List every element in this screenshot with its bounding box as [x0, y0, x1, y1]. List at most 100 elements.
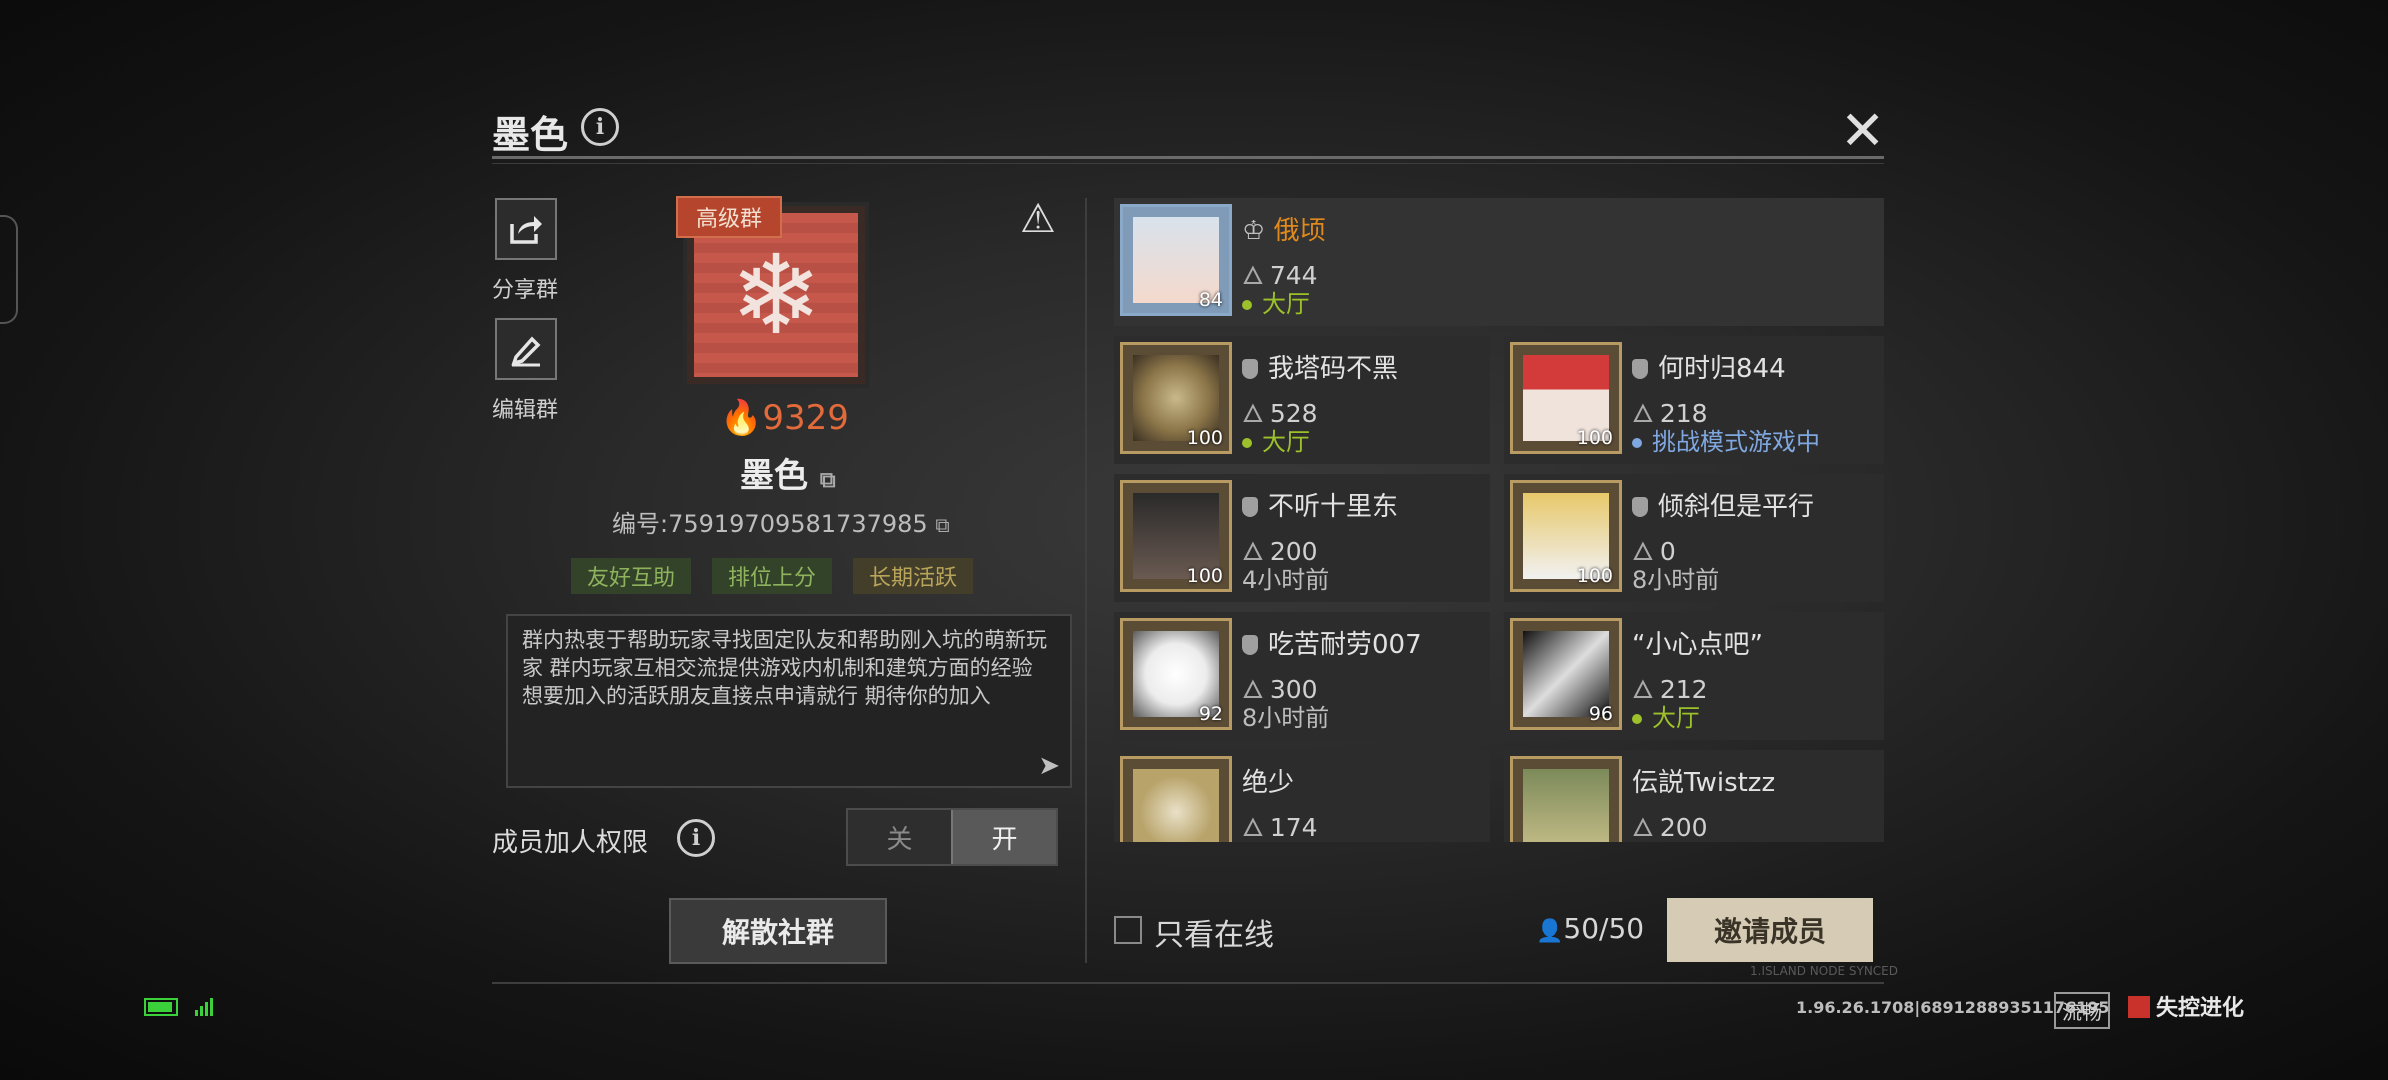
flame-icon: 🜂 — [1632, 813, 1654, 842]
status-dot — [1242, 438, 1252, 448]
member-level: 84 — [1198, 289, 1223, 311]
member-level: 100 — [1576, 427, 1613, 449]
member-status: 挑战模式游戏中 — [1632, 422, 1820, 457]
group-name: 墨色 ⧉ — [740, 456, 836, 496]
member-avatar[interactable] — [1510, 756, 1622, 842]
member-card[interactable]: 92 吃苦耐劳007 🜂 300 8小时前 — [1114, 612, 1490, 740]
footer-divider — [492, 982, 1884, 984]
member-count: 👤50/50 — [1536, 912, 1645, 945]
invite-members-button[interactable]: 邀请成员 — [1667, 898, 1873, 962]
brand-name: 失控进化 — [2156, 996, 2245, 1021]
person-icon: 👤 — [1536, 919, 1564, 944]
member-card[interactable]: 绝少 🜂 174 — [1114, 750, 1490, 842]
member-card[interactable]: 100 我塔码不黑 🜂 528 大厅 — [1114, 336, 1490, 464]
member-card[interactable]: 100 不听十里东 🜂 200 4小时前 — [1114, 474, 1490, 602]
network-quality-badge: 流畅 — [2054, 992, 2110, 1029]
status-dot — [1632, 438, 1642, 448]
dissolve-group-button[interactable]: 解散社群 — [669, 898, 887, 964]
member-status: 8小时前 — [1242, 704, 1330, 732]
member-card[interactable]: 100 何时归844 🜂 218 挑战模式游戏中 — [1504, 336, 1884, 464]
group-tag: 长期活跃 — [853, 558, 974, 594]
member-name: 我塔码不黑 — [1242, 348, 1398, 385]
member-avatar[interactable]: 92 — [1120, 618, 1232, 730]
send-icon[interactable]: ➤ — [1038, 752, 1060, 780]
flame-icon: 🜂 — [1242, 813, 1264, 842]
page-title: 墨色 — [492, 113, 569, 157]
group-score: 🔥9329 — [720, 398, 849, 438]
member-status: 大厅 — [1632, 698, 1700, 733]
member-name: ♔ 俄顷 — [1242, 216, 1326, 246]
member-name: 何时归844 — [1632, 348, 1786, 385]
column-divider — [1085, 198, 1087, 963]
advanced-group-badge: 高级群 — [676, 196, 783, 238]
member-status: 4小时前 — [1242, 566, 1330, 594]
copy-icon[interactable]: ⧉ — [820, 468, 836, 493]
node-sync-note: 1.ISLAND NODE SYNCED — [1750, 964, 1898, 978]
group-id: 编号:7591970958173798​5 ⧉ — [612, 510, 950, 538]
member-avatar[interactable]: 100 — [1510, 342, 1622, 454]
member-name: “小心点吧” — [1632, 630, 1763, 660]
info-icon[interactable]: i — [581, 108, 619, 146]
group-tag: 排位上分 — [712, 558, 833, 594]
member-avatar[interactable]: 100 — [1510, 480, 1622, 592]
member-name: 绝少 — [1242, 768, 1295, 798]
left-edge-handle[interactable] — [0, 215, 18, 324]
permission-info-icon[interactable]: i — [677, 819, 715, 857]
member-card[interactable]: 100 倾斜但是平行 🜂 0 8小时前 — [1504, 474, 1884, 602]
header-divider-secondary — [492, 163, 1884, 164]
description-text: 群内热衷于帮助玩家寻找固定队友和帮助刚入坑的萌新玩家 群内玩家互相交流提供游戏内… — [522, 628, 1047, 708]
rank-icon — [1242, 635, 1258, 655]
group-tag: 友好互助 — [571, 558, 692, 594]
member-level: 100 — [1186, 427, 1223, 449]
member-card[interactable]: 84 ♔ 俄顷 🜂 744 大厅 — [1114, 198, 1884, 326]
toggle-on[interactable]: 开 — [951, 810, 1056, 864]
member-card[interactable]: 96 “小心点吧” 🜂 212 大厅 — [1504, 612, 1884, 740]
header-divider — [492, 156, 1884, 159]
status-dot — [1242, 300, 1252, 310]
rank-icon — [1632, 359, 1648, 379]
member-avatar[interactable]: 100 — [1120, 480, 1232, 592]
toggle-off[interactable]: 关 — [848, 810, 951, 864]
member-avatar[interactable]: 84 — [1120, 204, 1232, 316]
copy-icon[interactable]: ⧉ — [935, 513, 949, 537]
online-only-checkbox[interactable] — [1114, 916, 1142, 944]
member-avatar[interactable]: 100 — [1120, 342, 1232, 454]
member-score: 🜂 200 — [1632, 813, 1708, 842]
rank-icon — [1242, 359, 1258, 379]
rank-icon — [1242, 497, 1258, 517]
member-score: 🜂 174 — [1242, 813, 1318, 842]
online-only-label[interactable]: 只看在线 — [1154, 910, 1274, 954]
flame-icon: 🔥 — [720, 398, 763, 438]
member-level: 100 — [1576, 565, 1613, 587]
join-permission-toggle[interactable]: 关 开 — [846, 808, 1058, 866]
member-status: 大厅 — [1242, 284, 1310, 319]
join-permission-label: 成员加人权限 — [492, 828, 649, 858]
member-avatar[interactable] — [1120, 756, 1232, 842]
member-name: 不听十里东 — [1242, 486, 1398, 523]
snowflake-icon: ❄ — [729, 231, 823, 359]
member-status: 大厅 — [1242, 422, 1310, 457]
battery-icon — [144, 998, 178, 1016]
member-name: 伝説Twistzz — [1632, 768, 1776, 798]
brand-logo-icon — [2128, 996, 2150, 1018]
member-status: 8小时前 — [1632, 566, 1720, 594]
member-card[interactable]: 伝説Twistzz 🜂 200 — [1504, 750, 1884, 842]
member-level: 100 — [1186, 565, 1223, 587]
share-icon — [510, 216, 542, 244]
status-dot — [1632, 714, 1642, 724]
signal-icon — [195, 998, 213, 1016]
edit-label: 编辑群 — [492, 398, 559, 423]
member-level: 92 — [1198, 703, 1223, 725]
member-name: 吃苦耐劳007 — [1242, 624, 1422, 661]
member-name: 倾斜但是平行 — [1632, 486, 1814, 523]
member-level: 96 — [1588, 703, 1613, 725]
close-icon[interactable]: ✕ — [1840, 104, 1885, 158]
report-warning-icon[interactable]: ⚠ — [1020, 196, 1056, 242]
share-button[interactable] — [495, 198, 557, 260]
share-label: 分享群 — [492, 278, 559, 303]
edit-icon — [511, 336, 541, 367]
rank-icon — [1632, 497, 1648, 517]
group-description[interactable]: 群内热衷于帮助玩家寻找固定队友和帮助刚入坑的萌新玩家 群内玩家互相交流提供游戏内… — [506, 614, 1072, 788]
edit-button[interactable] — [495, 318, 557, 380]
member-avatar[interactable]: 96 — [1510, 618, 1622, 730]
